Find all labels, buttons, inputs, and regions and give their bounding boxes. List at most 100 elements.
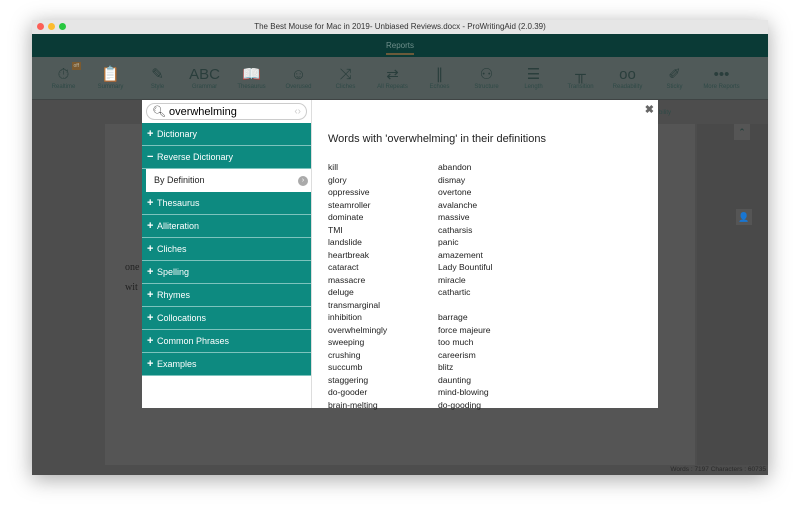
toolbar: ⏱ Realtime off 📋 Summary ✎ Style ABC Grammar 📖 The… [32, 57, 768, 100]
result-word[interactable]: force majeure [438, 324, 548, 337]
face-icon: ☺ [290, 66, 307, 83]
result-word[interactable]: barrage [438, 311, 548, 324]
menu-item-spelling[interactable]: + Spelling [142, 261, 311, 284]
result-word[interactable]: avalanche [438, 199, 548, 212]
reports-header: Reports [32, 34, 768, 57]
toolbar-sticky[interactable]: ✐ Sticky [651, 57, 698, 99]
doc-text: wit [125, 282, 138, 293]
toolbar-label: Grammar [191, 84, 218, 90]
result-word[interactable]: staggering [328, 374, 438, 387]
result-word[interactable]: panic [438, 236, 548, 249]
clipboard-icon: 📋 [101, 66, 120, 83]
result-word[interactable]: landslide [328, 236, 438, 249]
results-column-1: kill glory oppressive steamroller dominate TM… [328, 161, 438, 411]
result-word[interactable]: overtone [438, 186, 548, 199]
submenu-item-by-definition[interactable]: By Definition › [142, 169, 311, 192]
toolbar-more-reports[interactable]: ••• More Reports [698, 57, 745, 99]
menu-item-examples[interactable]: + Examples [142, 353, 311, 376]
zoom-window-button[interactable] [59, 23, 66, 30]
toolbar-realtime[interactable]: ⏱ Realtime off [40, 57, 87, 99]
plus-icon: + [147, 197, 154, 209]
result-word[interactable]: Lady Bountiful [438, 261, 548, 274]
toolbar-thesaurus[interactable]: 📖 Thesaurus [228, 57, 275, 99]
toolbar-label: Thesaurus [237, 84, 266, 90]
search-input[interactable] [168, 105, 295, 118]
result-word[interactable]: sweeping [328, 336, 438, 349]
bridge-icon: ╥ [575, 66, 586, 83]
toolbar-overused[interactable]: ☺ Overused [275, 57, 322, 99]
toolbar-grammar[interactable]: ABC Grammar [181, 57, 228, 99]
abc-icon: ABC [189, 66, 220, 83]
toolbar-all-repeats[interactable]: ⇄ All Repeats [369, 57, 416, 99]
result-word[interactable]: careerism [438, 349, 548, 362]
soundwave-icon: ∥ [435, 66, 444, 83]
menu-label: Dictionary [157, 129, 198, 139]
toolbar-style[interactable]: ✎ Style [134, 57, 181, 99]
result-word[interactable]: TMI [328, 224, 438, 237]
length-icon: ☰ [526, 66, 541, 83]
result-word[interactable]: catharsis [438, 224, 548, 237]
menu-item-reverse-dictionary[interactable]: − Reverse Dictionary [142, 146, 311, 169]
toolbar-label: More Reports [703, 84, 740, 90]
tab-reports[interactable]: Reports [385, 41, 414, 55]
toolbar-transition[interactable]: ╥ Transition [557, 57, 604, 99]
result-word[interactable]: steamroller [328, 199, 438, 212]
menu-item-collocations[interactable]: + Collocations [142, 307, 311, 330]
menu-item-alliteration[interactable]: + Alliteration [142, 215, 311, 238]
menu-label: Spelling [157, 267, 190, 277]
collapse-up-icon[interactable]: ⌃ [734, 124, 750, 140]
result-word[interactable]: kill [328, 161, 438, 174]
search-icon: 🔍︎ [152, 106, 166, 118]
result-word[interactable]: heartbreak [328, 249, 438, 262]
close-window-button[interactable] [37, 23, 44, 30]
menu-item-thesaurus[interactable]: + Thesaurus [142, 192, 311, 215]
result-word[interactable]: glory [328, 174, 438, 187]
minimize-window-button[interactable] [48, 23, 55, 30]
result-word[interactable]: do-gooding [438, 399, 548, 412]
result-word[interactable]: crushing [328, 349, 438, 362]
result-word[interactable]: brain-melting [328, 399, 438, 412]
result-word[interactable]: massive [438, 211, 548, 224]
result-word[interactable]: succumb [328, 361, 438, 374]
toolbar-label: Echoes [429, 84, 450, 90]
toolbar-echoes[interactable]: ∥ Echoes [416, 57, 463, 99]
result-word[interactable]: cathartic [438, 286, 548, 299]
plus-icon: + [147, 335, 154, 347]
result-word[interactable] [438, 299, 548, 312]
toolbar-label: Structure [474, 84, 499, 90]
result-word[interactable]: abandon [438, 161, 548, 174]
toolbar-label: Sticky [666, 84, 683, 90]
minus-icon: − [147, 151, 154, 163]
result-word[interactable]: dominate [328, 211, 438, 224]
toolbar-cliches[interactable]: ⤨ Cliches [322, 57, 369, 99]
result-word[interactable]: massacre [328, 274, 438, 287]
plus-icon: + [147, 266, 154, 278]
menu-item-common-phrases[interactable]: + Common Phrases [142, 330, 311, 353]
result-word[interactable]: blitz [438, 361, 548, 374]
result-word[interactable]: do-gooder [328, 386, 438, 399]
menu-label: Common Phrases [157, 336, 230, 346]
result-word[interactable]: cataract [328, 261, 438, 274]
result-word[interactable]: amazement [438, 249, 548, 262]
toolbar-label: All Repeats [377, 84, 408, 90]
result-word[interactable]: oppressive [328, 186, 438, 199]
result-word[interactable]: daunting [438, 374, 548, 387]
result-word[interactable]: too much [438, 336, 548, 349]
result-word[interactable]: transmarginal inhibition [328, 299, 408, 324]
menu-item-dictionary[interactable]: + Dictionary [142, 123, 311, 146]
result-word[interactable]: mind-blowing [438, 386, 548, 399]
menu-item-rhymes[interactable]: + Rhymes [142, 284, 311, 307]
toolbar-readability[interactable]: oo Readability [604, 57, 651, 99]
user-icon[interactable]: 👤 [736, 209, 752, 225]
result-word[interactable]: deluge [328, 286, 438, 299]
history-arrows-icon[interactable]: ‹› [294, 106, 301, 117]
result-word[interactable]: dismay [438, 174, 548, 187]
toolbar-length[interactable]: ☰ Length [510, 57, 557, 99]
result-word[interactable]: overwhelmingly [328, 324, 438, 337]
plus-icon: + [147, 312, 154, 324]
toolbar-structure[interactable]: ⚇ Structure [463, 57, 510, 99]
menu-item-cliches[interactable]: + Cliches [142, 238, 311, 261]
toolbar-summary[interactable]: 📋 Summary [87, 57, 134, 99]
result-word[interactable]: miracle [438, 274, 548, 287]
close-icon[interactable]: ✖ [645, 103, 654, 116]
